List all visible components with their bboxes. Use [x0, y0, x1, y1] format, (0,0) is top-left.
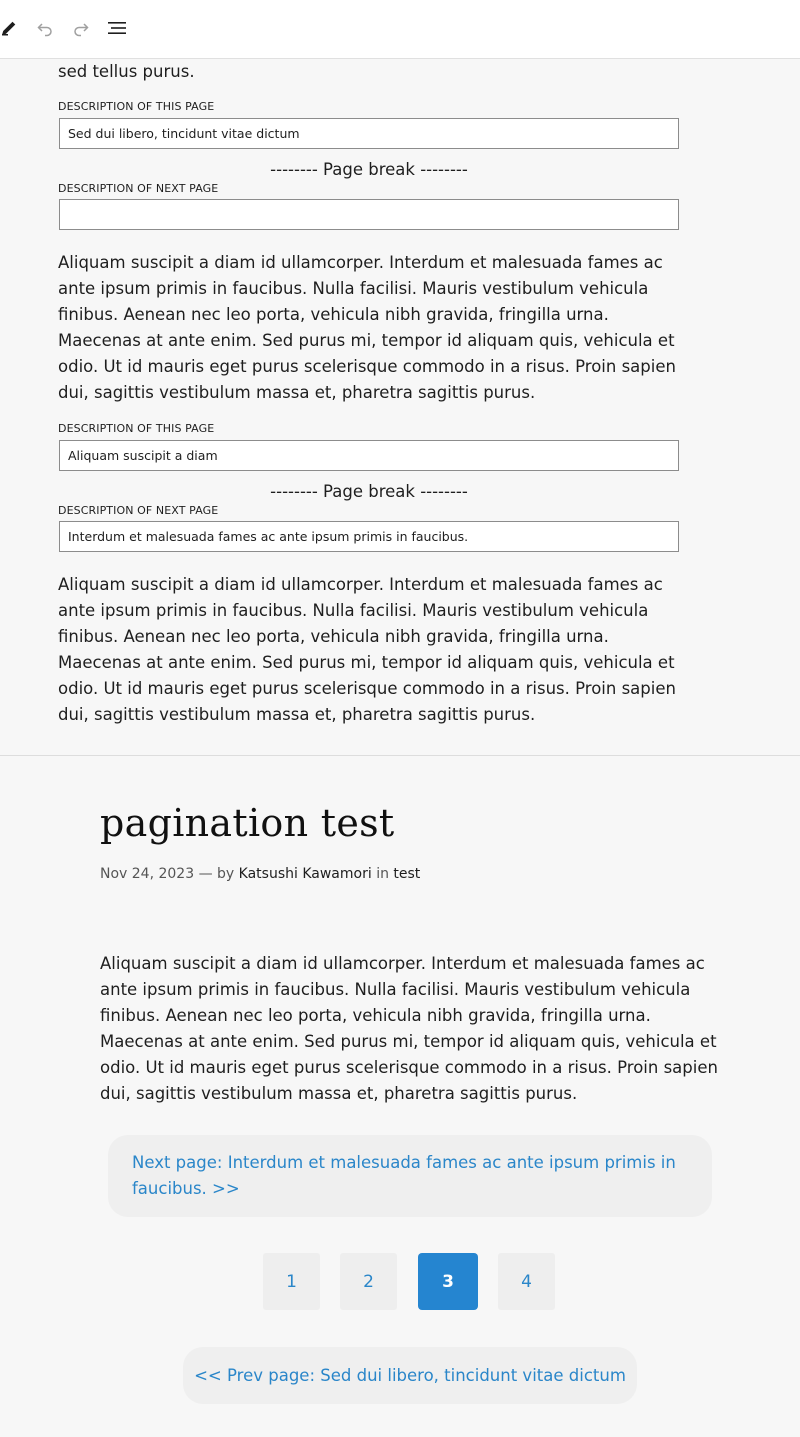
- editor-content: Pellentesque porta lectus mauris, sed vo…: [58, 59, 680, 728]
- pencil-icon[interactable]: [0, 16, 21, 40]
- next-page-link[interactable]: Next page: Interdum et malesuada fames a…: [108, 1135, 712, 1217]
- post-meta: Nov 24, 2023 — by Katsushi Kawamori in t…: [100, 864, 420, 884]
- page-number-1[interactable]: 1: [263, 1253, 320, 1310]
- post-body-text: Aliquam suscipit a diam id ullamcorper. …: [100, 954, 718, 1103]
- post-category-link[interactable]: test: [393, 866, 420, 882]
- page-number-current: 3: [418, 1253, 478, 1310]
- description-this-page-input[interactable]: [59, 440, 679, 471]
- prev-page-link[interactable]: << Prev page: Sed dui libero, tincidunt …: [183, 1347, 637, 1404]
- redo-icon[interactable]: [69, 16, 93, 40]
- description-next-page-label: DESCRIPTION OF NEXT PAGE: [58, 504, 219, 517]
- list-view-icon[interactable]: [105, 16, 129, 40]
- page-break-divider: -------- Page break --------: [270, 160, 468, 179]
- paragraph-block[interactable]: Aliquam suscipit a diam id ullamcorper. …: [58, 572, 680, 728]
- page-number-4[interactable]: 4: [498, 1253, 555, 1310]
- editor-canvas: Pellentesque porta lectus mauris, sed vo…: [0, 59, 800, 756]
- post-date: Nov 24, 2023: [100, 866, 195, 882]
- post-preview: pagination test Nov 24, 2023 — by Katsus…: [0, 780, 800, 1437]
- editor-toolbar: [0, 0, 800, 59]
- paragraph-block[interactable]: Aliquam suscipit a diam id ullamcorper. …: [58, 250, 680, 406]
- page-number-2[interactable]: 2: [340, 1253, 397, 1310]
- description-this-page-label: DESCRIPTION OF THIS PAGE: [58, 422, 215, 435]
- post-title: pagination test: [100, 801, 395, 845]
- undo-icon[interactable]: [33, 16, 57, 40]
- page-break-divider: -------- Page break --------: [270, 482, 468, 501]
- description-next-page-input[interactable]: [59, 199, 679, 230]
- description-next-page-input[interactable]: [59, 521, 679, 552]
- description-this-page-label: DESCRIPTION OF THIS PAGE: [58, 100, 215, 113]
- post-author-link[interactable]: Katsushi Kawamori: [239, 866, 372, 882]
- description-this-page-input[interactable]: [59, 118, 679, 149]
- meta-in: in: [376, 866, 389, 882]
- meta-separator: — by: [198, 866, 235, 882]
- description-next-page-label: DESCRIPTION OF NEXT PAGE: [58, 182, 219, 195]
- paragraph-block[interactable]: Pellentesque porta lectus mauris, sed vo…: [58, 59, 680, 85]
